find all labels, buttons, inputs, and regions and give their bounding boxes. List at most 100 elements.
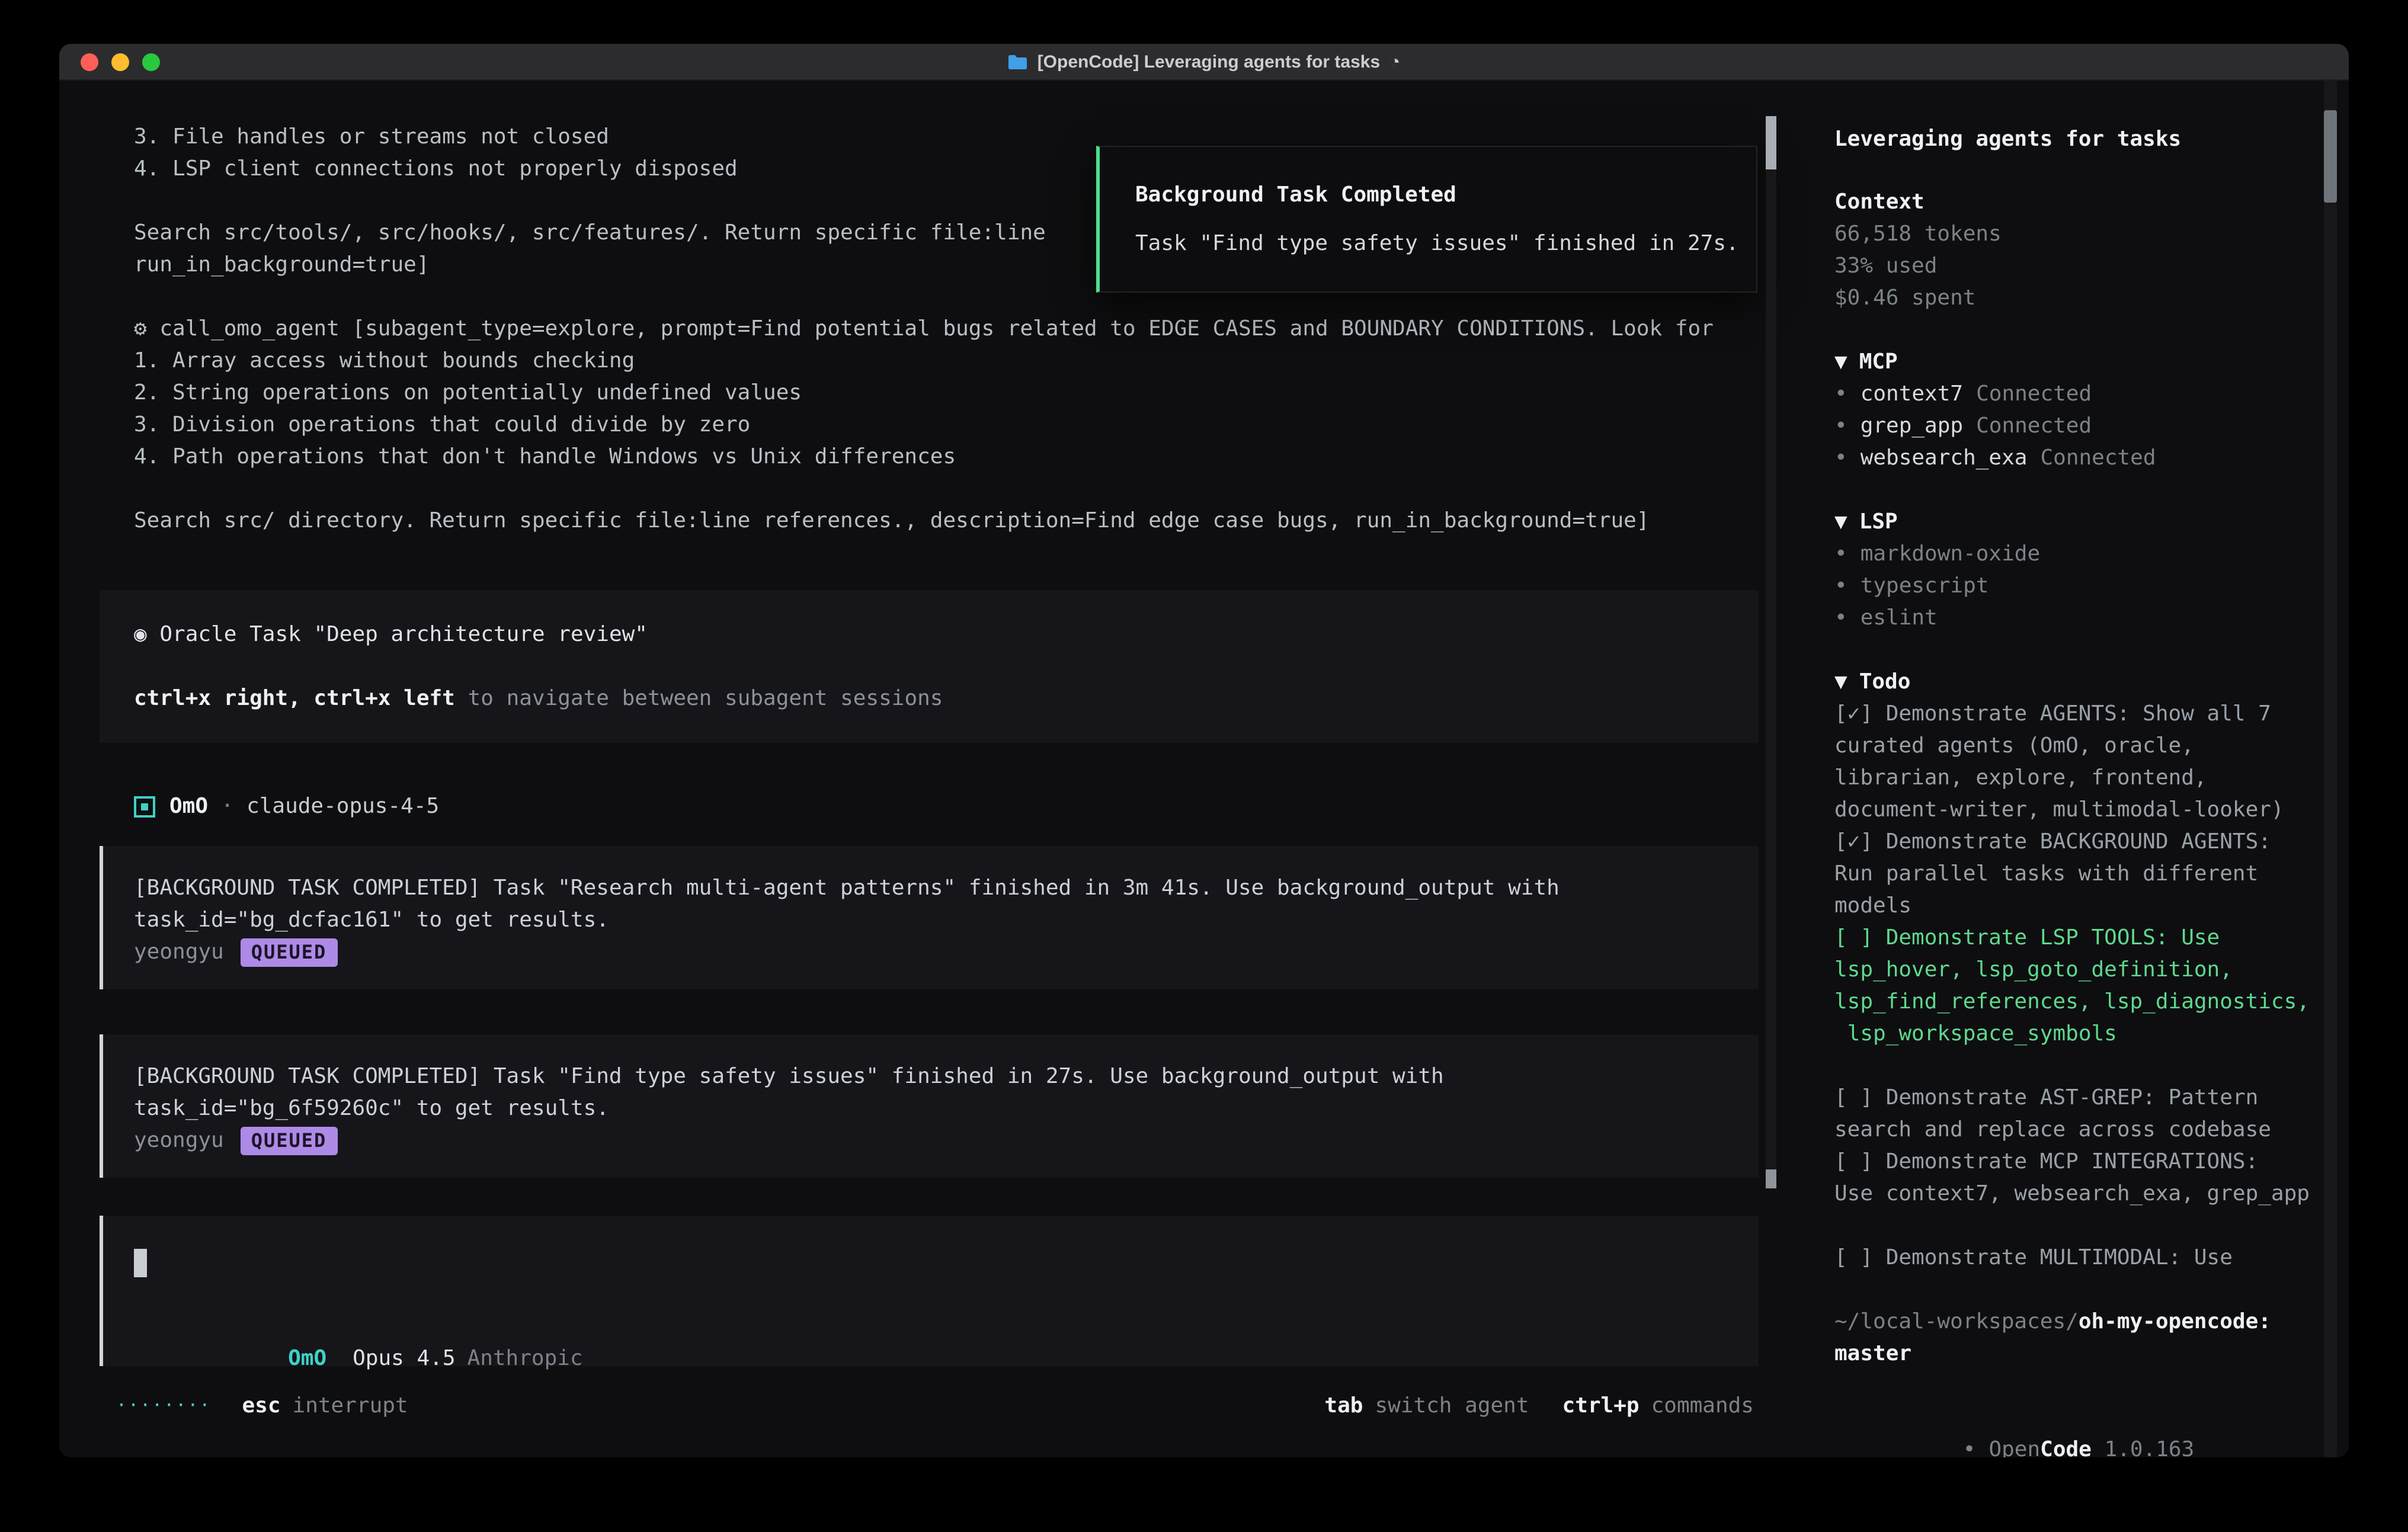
main-scrollbar-marker	[1766, 1169, 1776, 1188]
mcp-server-name: context7	[1861, 382, 1963, 406]
todo-item-pending: [ ] Demonstrate MCP INTEGRATIONS: Use co…	[1834, 1146, 2320, 1210]
subagent-nav-hint: ctrl+x right, ctrl+x left to navigate be…	[134, 682, 1735, 714]
message-text-line: task_id="bg_6f59260c" to get results.	[134, 1092, 1735, 1124]
prompt-input[interactable]: OmOOpus 4.5Anthropic	[100, 1216, 1759, 1366]
fisheye-icon: ◉	[134, 622, 147, 647]
mcp-item: •context7Connected	[1834, 378, 2320, 410]
transcript-line: ⚙ call_omo_agent [subagent_type=explore,…	[134, 313, 1749, 345]
toast-title: Background Task Completed	[1135, 179, 1721, 211]
spinner-dots: ········	[116, 1390, 212, 1422]
status-badge: QUEUED	[241, 938, 338, 966]
mcp-server-name: grep_app	[1861, 414, 1963, 438]
chevron-down-icon: ▼	[1834, 350, 1847, 374]
desktop-background: [OpenCode] Leveraging agents for tasks ◔…	[0, 0, 2408, 1532]
mcp-item: •websearch_exaConnected	[1834, 442, 2320, 474]
git-branch: master	[1834, 1338, 2320, 1370]
terminal-main: 3. File handles or streams not closed4. …	[59, 81, 1801, 1457]
message-author: yeongyu	[134, 936, 224, 968]
message-text-line: [BACKGROUND TASK COMPLETED] Task "Resear…	[134, 872, 1735, 904]
chevron-down-icon: ▼	[1834, 669, 1847, 694]
transcript-line: 3. Division operations that could divide…	[134, 409, 1749, 441]
mcp-section-heading[interactable]: ▼MCP	[1834, 346, 2320, 378]
status-badge: QUEUED	[241, 1126, 338, 1155]
oracle-task-box: ◉ Oracle Task "Deep architecture review"…	[100, 590, 1759, 743]
bullet-icon: •	[1963, 1437, 1976, 1457]
background-task-toast: Background Task Completed Task "Find typ…	[1096, 146, 1757, 293]
context-stat: 66,518 tokens	[1834, 218, 2320, 250]
lsp-item: • typescript	[1834, 570, 2320, 602]
minimize-window-button[interactable]	[111, 53, 129, 70]
todo-item-done: [✓] Demonstrate BACKGROUND AGENTS: Run p…	[1834, 826, 2320, 922]
bullet-icon: •	[1834, 605, 1847, 630]
lsp-list: • markdown-oxide • typescript • eslint	[1834, 538, 2320, 634]
lsp-server-name: markdown-oxide	[1861, 541, 2040, 566]
todo-section-heading[interactable]: ▼Todo	[1834, 666, 2320, 698]
transcript-line: 4. Path operations that don't handle Win…	[134, 441, 1749, 473]
ctrlp-key-hint: ctrl+p	[1562, 1390, 1640, 1422]
mcp-list: •context7Connected•grep_appConnected•web…	[1834, 378, 2320, 474]
context-heading: Context	[1834, 186, 2320, 218]
app-version-footer: •OpenCode 1.0.163	[1834, 1402, 2320, 1434]
folder-icon	[1008, 54, 1028, 69]
transcript-line: 1. Array access without bounds checking	[134, 345, 1749, 377]
todo-item-pending: [ ] Demonstrate MULTIMODAL: Use	[1834, 1242, 2320, 1274]
mcp-server-name: websearch_exa	[1861, 446, 2028, 470]
main-scrollbar[interactable]	[1766, 116, 1776, 1188]
tab-key-label: switch agent	[1375, 1390, 1529, 1422]
todo-item-active: [ ] Demonstrate LSP TOOLS: Use lsp_hover…	[1834, 922, 2320, 1050]
agent-model: claude-opus-4-5	[246, 790, 439, 822]
separator-dot: ·	[208, 790, 246, 822]
todo-list: [✓] Demonstrate AGENTS: Show all 7 curat…	[1834, 698, 2320, 1274]
window-title: [OpenCode] Leveraging agents for tasks ◔	[1008, 46, 1401, 78]
lsp-server-name: eslint	[1861, 605, 1938, 630]
chevron-down-icon: ▼	[1834, 509, 1847, 534]
oracle-task-title: ◉ Oracle Task "Deep architecture review"	[134, 618, 1735, 650]
message-author: yeongyu	[134, 1124, 224, 1156]
todo-item-pending: [ ] Demonstrate AST-GREP: Pattern search…	[1834, 1082, 2320, 1146]
todo-item-done: [✓] Demonstrate AGENTS: Show all 7 curat…	[1834, 698, 2320, 826]
sidebar: Leveraging agents for tasks Context 66,5…	[1801, 81, 2349, 1457]
mcp-item: • grep_app Connected	[1834, 410, 2320, 442]
bullet-icon: •	[1834, 414, 1847, 438]
ctrlp-key-label: commands	[1651, 1390, 1754, 1422]
input-meta: OmOOpus 4.5Anthropic	[134, 1310, 1735, 1342]
mcp-server-status: Connected	[1976, 382, 2092, 406]
sidebar-scrollbar-thumb[interactable]	[2324, 110, 2337, 203]
message-list: [BACKGROUND TASK COMPLETED] Task "Resear…	[59, 846, 1801, 1178]
titlebar[interactable]: [OpenCode] Leveraging agents for tasks ◔	[59, 44, 2349, 81]
message-card: [BACKGROUND TASK COMPLETED] Task "Resear…	[100, 846, 1759, 989]
context-stat: $0.46 spent	[1834, 282, 2320, 314]
input-provider-name: Anthropic	[467, 1346, 583, 1371]
busy-indicator-icon: ◔	[1389, 46, 1400, 78]
text-cursor	[134, 1249, 147, 1277]
sidebar-scrollbar[interactable]	[2324, 81, 2337, 1457]
message-card: [BACKGROUND TASK COMPLETED] Task "Find t…	[100, 1034, 1759, 1178]
mcp-server-status: Connected	[1976, 414, 2092, 438]
agent-header: OmO · claude-opus-4-5	[59, 790, 1801, 822]
lsp-section-heading[interactable]: ▼LSP	[1834, 506, 2320, 538]
context-stat: 33% used	[1834, 250, 2320, 282]
lsp-item: • markdown-oxide	[1834, 538, 2320, 570]
transcript-line	[134, 473, 1749, 505]
close-window-button[interactable]	[81, 53, 98, 70]
esc-key-hint: esc	[242, 1390, 281, 1422]
transcript-line: Search src/ directory. Return specific f…	[134, 505, 1749, 537]
bullet-icon: •	[1834, 573, 1847, 598]
agent-name: OmO	[169, 790, 208, 822]
lsp-server-name: typescript	[1861, 573, 1989, 598]
tab-key-hint: tab	[1324, 1390, 1363, 1422]
agent-checkbox-icon	[134, 796, 155, 817]
input-model-name: Opus 4.5	[353, 1346, 455, 1371]
lsp-item: • eslint	[1834, 602, 2320, 634]
window-title-text: [OpenCode] Leveraging agents for tasks	[1038, 46, 1380, 78]
zoom-window-button[interactable]	[142, 53, 160, 70]
bullet-icon: •	[1834, 541, 1847, 566]
transcript-line: 2. String operations on potentially unde…	[134, 377, 1749, 409]
input-agent-name: OmO	[288, 1346, 326, 1371]
session-title: Leveraging agents for tasks	[1834, 123, 2320, 155]
mcp-server-status: Connected	[2040, 446, 2156, 470]
esc-key-label: interrupt	[293, 1390, 408, 1422]
statusbar: ········ esc interrupt tab switch agent …	[59, 1390, 1801, 1422]
toast-body: Task "Find type safety issues" finished …	[1135, 227, 1721, 259]
main-scrollbar-thumb[interactable]	[1766, 116, 1776, 169]
